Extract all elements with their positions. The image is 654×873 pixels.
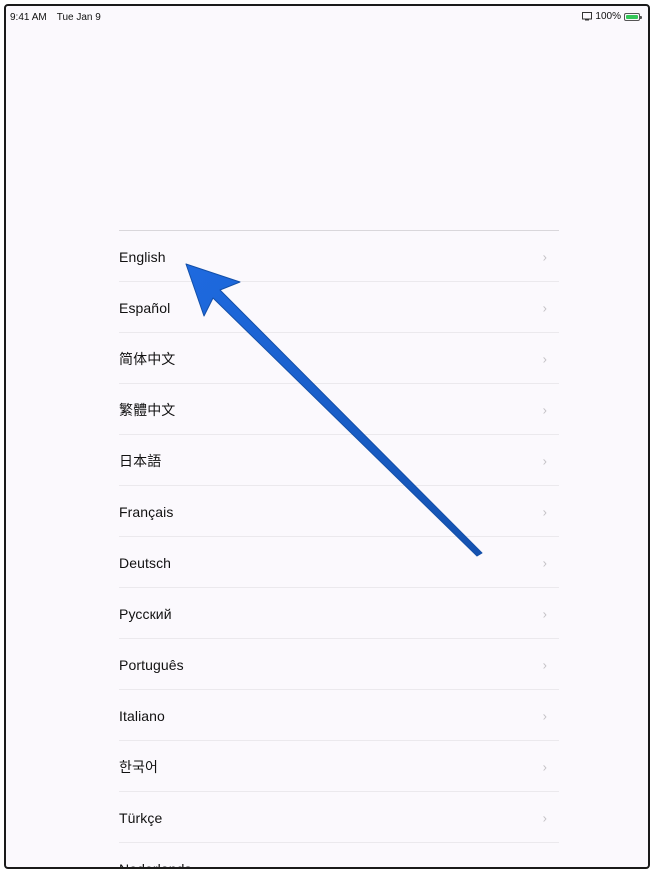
language-label: 한국어 (119, 758, 158, 775)
language-label: Español (119, 299, 171, 316)
status-time: 9:41 AM (10, 12, 47, 23)
language-label: Русский (119, 605, 172, 622)
chevron-right-icon: › (542, 504, 547, 519)
language-item-japanese[interactable]: 日本語 › (119, 435, 559, 486)
chevron-right-icon: › (542, 657, 547, 672)
language-label: Nederlands (119, 860, 192, 869)
status-left: 9:41 AM Tue Jan 9 (10, 12, 101, 23)
language-label: 繁體中文 (119, 401, 176, 418)
status-right: 100% (582, 11, 642, 22)
chevron-right-icon: › (542, 861, 547, 869)
language-item-french[interactable]: Français › (119, 486, 559, 537)
language-item-traditional-chinese[interactable]: 繁體中文 › (119, 384, 559, 435)
language-item-german[interactable]: Deutsch › (119, 537, 559, 588)
language-item-portuguese[interactable]: Português › (119, 639, 559, 690)
chevron-right-icon: › (542, 351, 547, 366)
language-item-spanish[interactable]: Español › (119, 282, 559, 333)
language-label: Português (119, 656, 184, 673)
chevron-right-icon: › (542, 555, 547, 570)
chevron-right-icon: › (542, 300, 547, 315)
language-list: English › Español › 简体中文 › 繁體中文 › 日本語 › … (119, 230, 559, 869)
chevron-right-icon: › (542, 249, 547, 264)
language-label: 日本語 (119, 452, 162, 469)
battery-percent: 100% (595, 11, 621, 22)
language-item-italian[interactable]: Italiano › (119, 690, 559, 741)
battery-level (626, 14, 638, 19)
chevron-right-icon: › (542, 453, 547, 468)
language-label: 简体中文 (119, 350, 176, 367)
language-item-english[interactable]: English › (119, 231, 559, 282)
language-item-korean[interactable]: 한국어 › (119, 741, 559, 792)
chevron-right-icon: › (542, 759, 547, 774)
language-label: Deutsch (119, 554, 172, 571)
language-item-dutch[interactable]: Nederlands › (119, 843, 559, 869)
language-label: English (119, 248, 166, 265)
chevron-right-icon: › (542, 810, 547, 825)
chevron-right-icon: › (542, 402, 547, 417)
chevron-right-icon: › (542, 606, 547, 621)
status-date: Tue Jan 9 (56, 12, 101, 23)
chevron-right-icon: › (542, 708, 547, 723)
language-item-simplified-chinese[interactable]: 简体中文 › (119, 333, 559, 384)
status-bar: 9:41 AM Tue Jan 9 100% (6, 6, 648, 28)
language-label: Italiano (119, 707, 165, 724)
language-item-turkish[interactable]: Türkçe › (119, 792, 559, 843)
language-item-russian[interactable]: Русский › (119, 588, 559, 639)
language-label: Türkçe (119, 809, 163, 826)
language-label: Français (119, 503, 174, 520)
ipad-screen: 9:41 AM Tue Jan 9 100% English › Español… (4, 4, 650, 869)
battery-icon (624, 12, 642, 21)
wifi-icon (582, 12, 593, 21)
